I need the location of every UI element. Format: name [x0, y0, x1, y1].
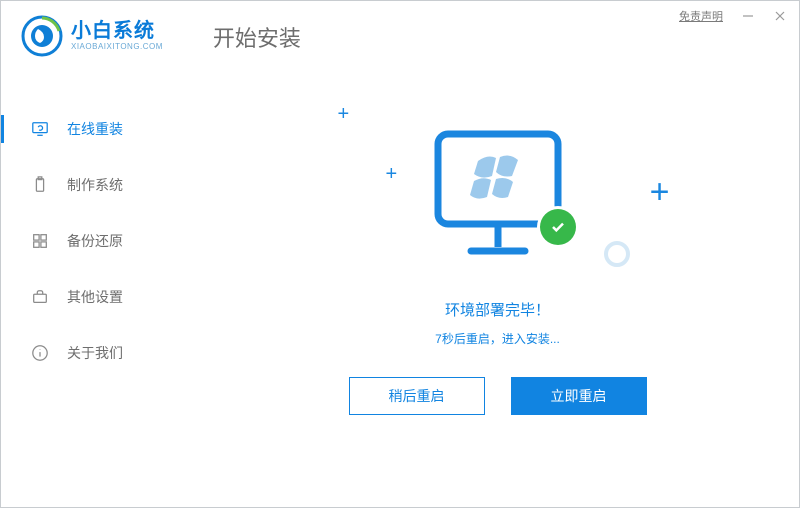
info-icon — [31, 344, 49, 362]
plus-icon: + — [650, 173, 670, 212]
plus-icon: + — [386, 163, 398, 186]
restart-now-button[interactable]: 立即重启 — [511, 377, 647, 415]
monitor-refresh-icon — [31, 120, 49, 138]
restart-later-button[interactable]: 稍后重启 — [349, 377, 485, 415]
sidebar-item-make-system[interactable]: 制作系统 — [1, 157, 196, 213]
sidebar: 在线重装 制作系统 备份还原 其他设置 关于我们 — [1, 101, 196, 381]
sidebar-item-online-reinstall[interactable]: 在线重装 — [1, 101, 196, 157]
disclaimer-link[interactable]: 免责声明 — [679, 8, 723, 24]
minimize-button[interactable] — [741, 9, 755, 23]
main-content: + + + 环境 — [196, 81, 799, 507]
plus-icon: + — [338, 103, 350, 126]
toolbox-icon — [31, 288, 49, 306]
titlebar: 免责声明 — [667, 1, 799, 31]
sidebar-item-label: 在线重装 — [67, 119, 123, 139]
action-row: 稍后重启 立即重启 — [349, 377, 647, 415]
sidebar-item-other-settings[interactable]: 其他设置 — [1, 269, 196, 325]
sidebar-item-label: 备份还原 — [67, 231, 123, 251]
monitor-icon — [423, 119, 573, 269]
illustration: + + + — [308, 101, 688, 291]
logo-block: 小白系统 XIAOBAIXITONG.COM — [21, 15, 163, 57]
sidebar-item-label: 制作系统 — [67, 175, 123, 195]
sidebar-item-label: 其他设置 — [67, 287, 123, 307]
sidebar-item-backup-restore[interactable]: 备份还原 — [1, 213, 196, 269]
substatus-text: 7秒后重启，进入安装... — [435, 330, 560, 347]
header: 小白系统 XIAOBAIXITONG.COM 开始安装 — [21, 15, 301, 57]
success-badge-icon — [540, 209, 576, 245]
brand-domain: XIAOBAIXITONG.COM — [71, 43, 163, 51]
circle-icon — [604, 241, 630, 267]
app-window: 免责声明 小白系统 XIAOBAIXITONG.COM 开始安装 — [0, 0, 800, 508]
sidebar-item-label: 关于我们 — [67, 343, 123, 363]
usb-icon — [31, 176, 49, 194]
brand-text: 小白系统 XIAOBAIXITONG.COM — [71, 21, 163, 51]
status-text: 环境部署完毕！ — [445, 299, 550, 320]
close-button[interactable] — [773, 9, 787, 23]
page-title: 开始安装 — [213, 21, 301, 53]
logo-icon — [21, 15, 63, 57]
brand-name: 小白系统 — [71, 21, 163, 41]
grid-icon — [31, 232, 49, 250]
sidebar-item-about-us[interactable]: 关于我们 — [1, 325, 196, 381]
